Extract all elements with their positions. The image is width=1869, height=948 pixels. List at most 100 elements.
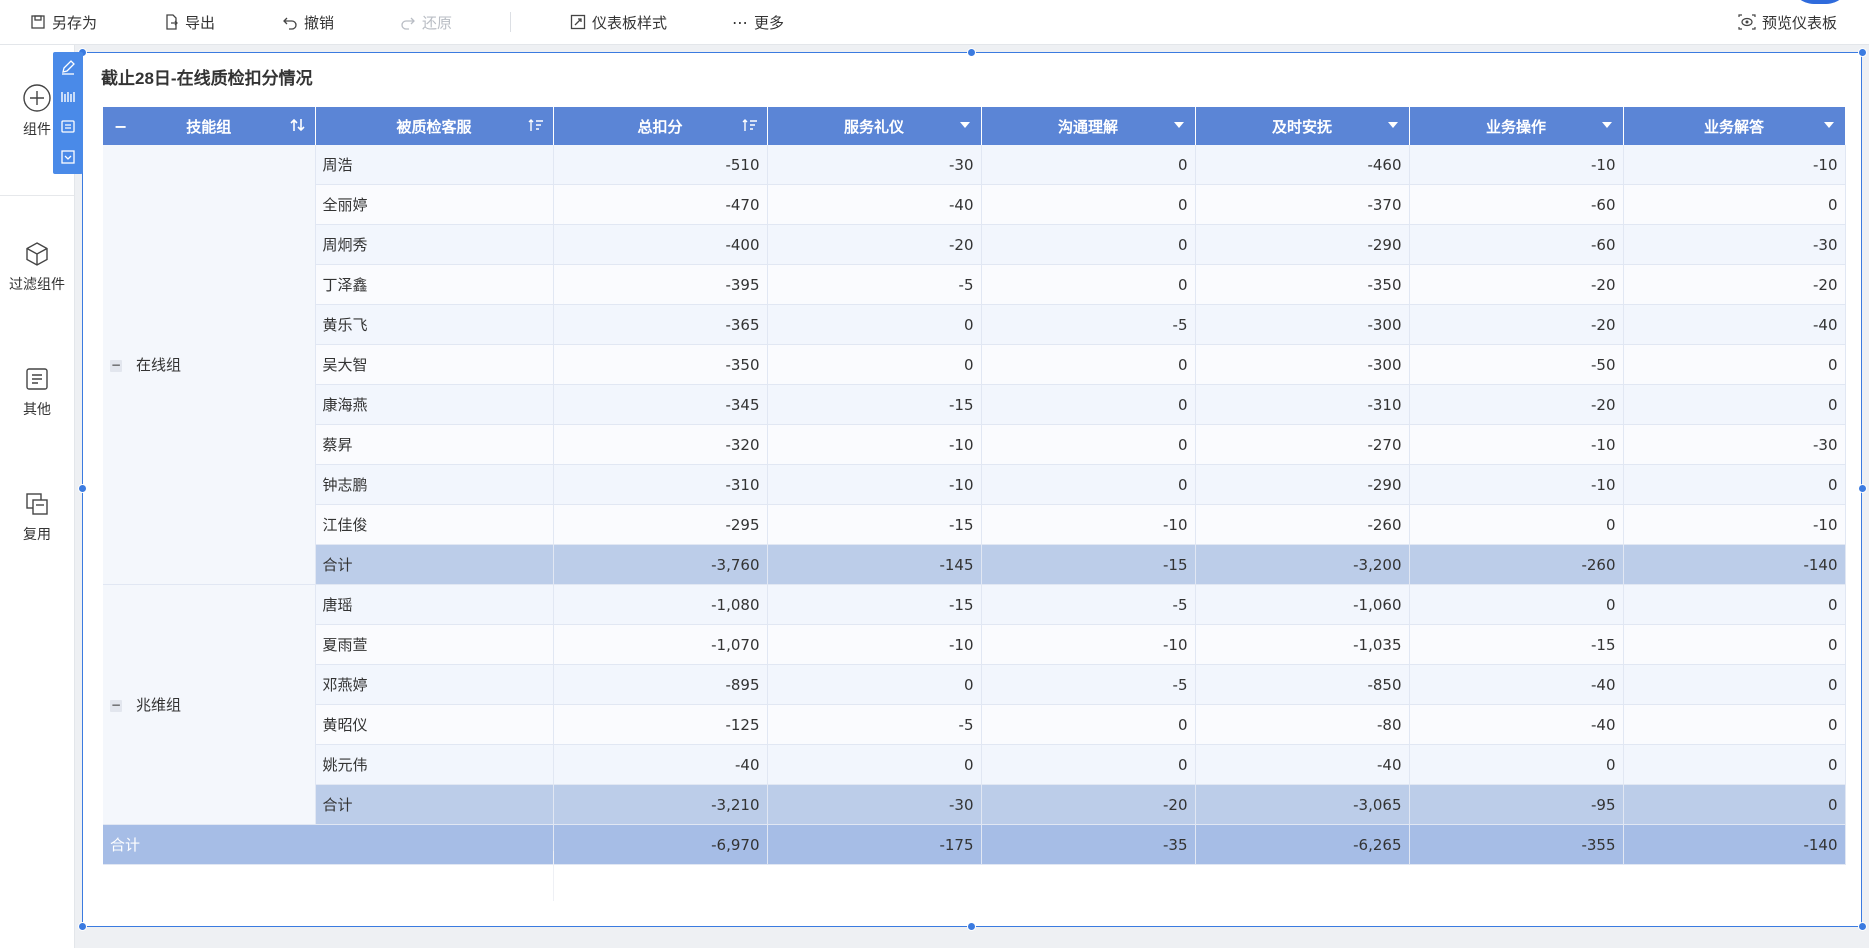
table-row[interactable]: − 在线组 周浩 -510 -30 0 -460 -10 -10 bbox=[103, 145, 1846, 585]
value-cell: 0 bbox=[1623, 344, 1846, 385]
column-header-communication[interactable]: 沟通理解 bbox=[981, 107, 1196, 145]
sidebar-item-filter-components[interactable]: 过滤组件 bbox=[0, 240, 74, 294]
value-cell: -400 bbox=[553, 224, 768, 265]
value-cell: -1,070 bbox=[553, 624, 768, 665]
table-row[interactable]: 全丽婷 -470 -40 0 -370 -60 0 bbox=[103, 184, 1846, 225]
more-options-button[interactable] bbox=[53, 142, 83, 172]
resize-handle[interactable] bbox=[78, 484, 87, 493]
value-cell: -40 bbox=[767, 184, 982, 225]
column-header-total-deduction[interactable]: 总扣分 bbox=[553, 107, 768, 145]
agent-name-cell: 黄乐飞 bbox=[315, 304, 554, 345]
sidebar-item-label: 其他 bbox=[23, 402, 51, 418]
sidebar-item-reuse[interactable]: 复用 bbox=[0, 490, 74, 544]
column-header-label: 技能组 bbox=[186, 117, 232, 136]
save-as-label: 另存为 bbox=[52, 13, 98, 32]
value-cell: -300 bbox=[1195, 344, 1410, 385]
resize-handle[interactable] bbox=[1858, 484, 1867, 493]
comment-button[interactable] bbox=[53, 112, 83, 142]
dropdown-icon[interactable] bbox=[1386, 118, 1400, 136]
collapse-group-icon[interactable]: − bbox=[110, 359, 122, 372]
dropdown-icon[interactable] bbox=[1600, 118, 1614, 136]
resize-handle[interactable] bbox=[1858, 922, 1867, 931]
export-button[interactable]: 导出 bbox=[163, 0, 215, 44]
dashboard-style-button[interactable]: 仪表板样式 bbox=[570, 0, 667, 44]
resize-handle[interactable] bbox=[78, 922, 87, 931]
value-cell: -365 bbox=[553, 304, 768, 345]
value-cell: 0 bbox=[1409, 504, 1624, 545]
group-name: 兆维组 bbox=[136, 696, 182, 714]
column-header-label: 服务礼仪 bbox=[843, 117, 904, 136]
subtotal-label: 合计 bbox=[315, 784, 554, 825]
toolbar-divider bbox=[510, 12, 511, 32]
collapse-all-icon[interactable]: − bbox=[114, 117, 127, 136]
value-cell: -20 bbox=[1409, 304, 1624, 345]
column-header-soothing[interactable]: 及时安抚 bbox=[1195, 107, 1410, 145]
column-header-label: 被质检客服 bbox=[396, 117, 472, 136]
table-row[interactable]: 邓燕婷 -895 0 -5 -850 -40 0 bbox=[103, 664, 1846, 705]
undo-button[interactable]: 撤销 bbox=[282, 0, 334, 44]
table-header-row: − 技能组 被质检客服 总扣分 服务礼仪 沟通理解 及时安抚 业务操作 业务解答 bbox=[103, 107, 1846, 145]
table-row[interactable]: 夏雨萱 -1,070 -10 -10 -1,035 -15 0 bbox=[103, 624, 1846, 665]
table-row[interactable]: 姚元伟 -40 0 0 -40 0 0 bbox=[103, 744, 1846, 785]
preview-dashboard-button[interactable]: 预览仪表板 bbox=[1738, 0, 1837, 44]
value-cell: 0 bbox=[767, 664, 982, 705]
value-cell: -20 bbox=[1623, 264, 1846, 305]
subtotal-value: -3,760 bbox=[553, 544, 768, 585]
value-cell: -5 bbox=[981, 664, 1196, 705]
table-row[interactable]: 蔡昇 -320 -10 0 -270 -10 -30 bbox=[103, 424, 1846, 465]
agent-name-cell: 全丽婷 bbox=[315, 184, 554, 225]
value-cell: -20 bbox=[1409, 264, 1624, 305]
resize-handle[interactable] bbox=[1858, 48, 1867, 57]
table-row[interactable]: 江佳俊 -295 -15 -10 -260 0 -10 bbox=[103, 504, 1846, 545]
column-header-business-answer[interactable]: 业务解答 bbox=[1623, 107, 1846, 145]
sidebar-item-label: 过滤组件 bbox=[9, 277, 65, 293]
table-row[interactable]: 周炯秀 -400 -20 0 -290 -60 -30 bbox=[103, 224, 1846, 265]
export-icon bbox=[166, 14, 178, 30]
table-row[interactable]: 丁泽鑫 -395 -5 0 -350 -20 -20 bbox=[103, 264, 1846, 305]
pencil-icon bbox=[62, 60, 75, 75]
sort-icon[interactable] bbox=[289, 118, 306, 136]
table-row[interactable]: 黄昭仪 -125 -5 0 -80 -40 0 bbox=[103, 704, 1846, 745]
group-name: 在线组 bbox=[136, 356, 182, 374]
agent-name-cell: 蔡昇 bbox=[315, 424, 554, 465]
table-row[interactable]: 黄乐飞 -365 0 -5 -300 -20 -40 bbox=[103, 304, 1846, 345]
sort-desc-icon[interactable] bbox=[742, 118, 758, 136]
table-row[interactable]: 钟志鹏 -310 -10 0 -290 -10 0 bbox=[103, 464, 1846, 505]
agent-name-cell: 康海燕 bbox=[315, 384, 554, 425]
value-cell: 0 bbox=[767, 344, 982, 385]
value-cell: -350 bbox=[553, 344, 768, 385]
value-cell: -10 bbox=[981, 504, 1196, 545]
column-header-skill-group[interactable]: − 技能组 bbox=[103, 107, 316, 145]
left-sidebar: 组件 过滤组件 其他 复用 bbox=[0, 45, 75, 948]
column-header-agent[interactable]: 被质检客服 bbox=[315, 107, 554, 145]
subtotal-value: -15 bbox=[981, 544, 1196, 585]
resize-handle[interactable] bbox=[967, 922, 976, 931]
column-header-business-operation[interactable]: 业务操作 bbox=[1409, 107, 1624, 145]
dropdown-icon[interactable] bbox=[1172, 118, 1186, 136]
value-cell: -40 bbox=[553, 744, 768, 785]
table-row[interactable]: 吴大智 -350 0 0 -300 -50 0 bbox=[103, 344, 1846, 385]
save-as-button[interactable]: 另存为 bbox=[30, 0, 97, 44]
column-header-service-etiquette[interactable]: 服务礼仪 bbox=[767, 107, 982, 145]
collapse-group-icon[interactable]: − bbox=[110, 699, 122, 712]
chart-type-button[interactable] bbox=[53, 82, 83, 112]
value-cell: 0 bbox=[1623, 664, 1846, 705]
value-cell: -40 bbox=[1195, 744, 1410, 785]
dropdown-icon[interactable] bbox=[958, 118, 972, 136]
subtotal-label: 合计 bbox=[315, 544, 554, 585]
value-cell: -320 bbox=[553, 424, 768, 465]
redo-button[interactable]: 还原 bbox=[400, 0, 452, 44]
edit-button[interactable] bbox=[53, 52, 83, 82]
resize-handle[interactable] bbox=[967, 48, 976, 57]
value-cell: 0 bbox=[1409, 584, 1624, 625]
sidebar-item-other[interactable]: 其他 bbox=[0, 365, 74, 419]
dropdown-icon[interactable] bbox=[1822, 118, 1836, 136]
more-button[interactable]: ⋯ 更多 bbox=[732, 0, 784, 44]
table-row[interactable]: 康海燕 -345 -15 0 -310 -20 0 bbox=[103, 384, 1846, 425]
value-cell: -310 bbox=[1195, 384, 1410, 425]
value-cell: -10 bbox=[767, 464, 982, 505]
value-cell: -10 bbox=[767, 624, 982, 665]
value-cell: -5 bbox=[767, 704, 982, 745]
sort-desc-icon[interactable] bbox=[528, 118, 544, 136]
table-row[interactable]: − 兆维组 唐瑶 -1,080 -15 -5 -1,060 0 0 bbox=[103, 584, 1846, 825]
